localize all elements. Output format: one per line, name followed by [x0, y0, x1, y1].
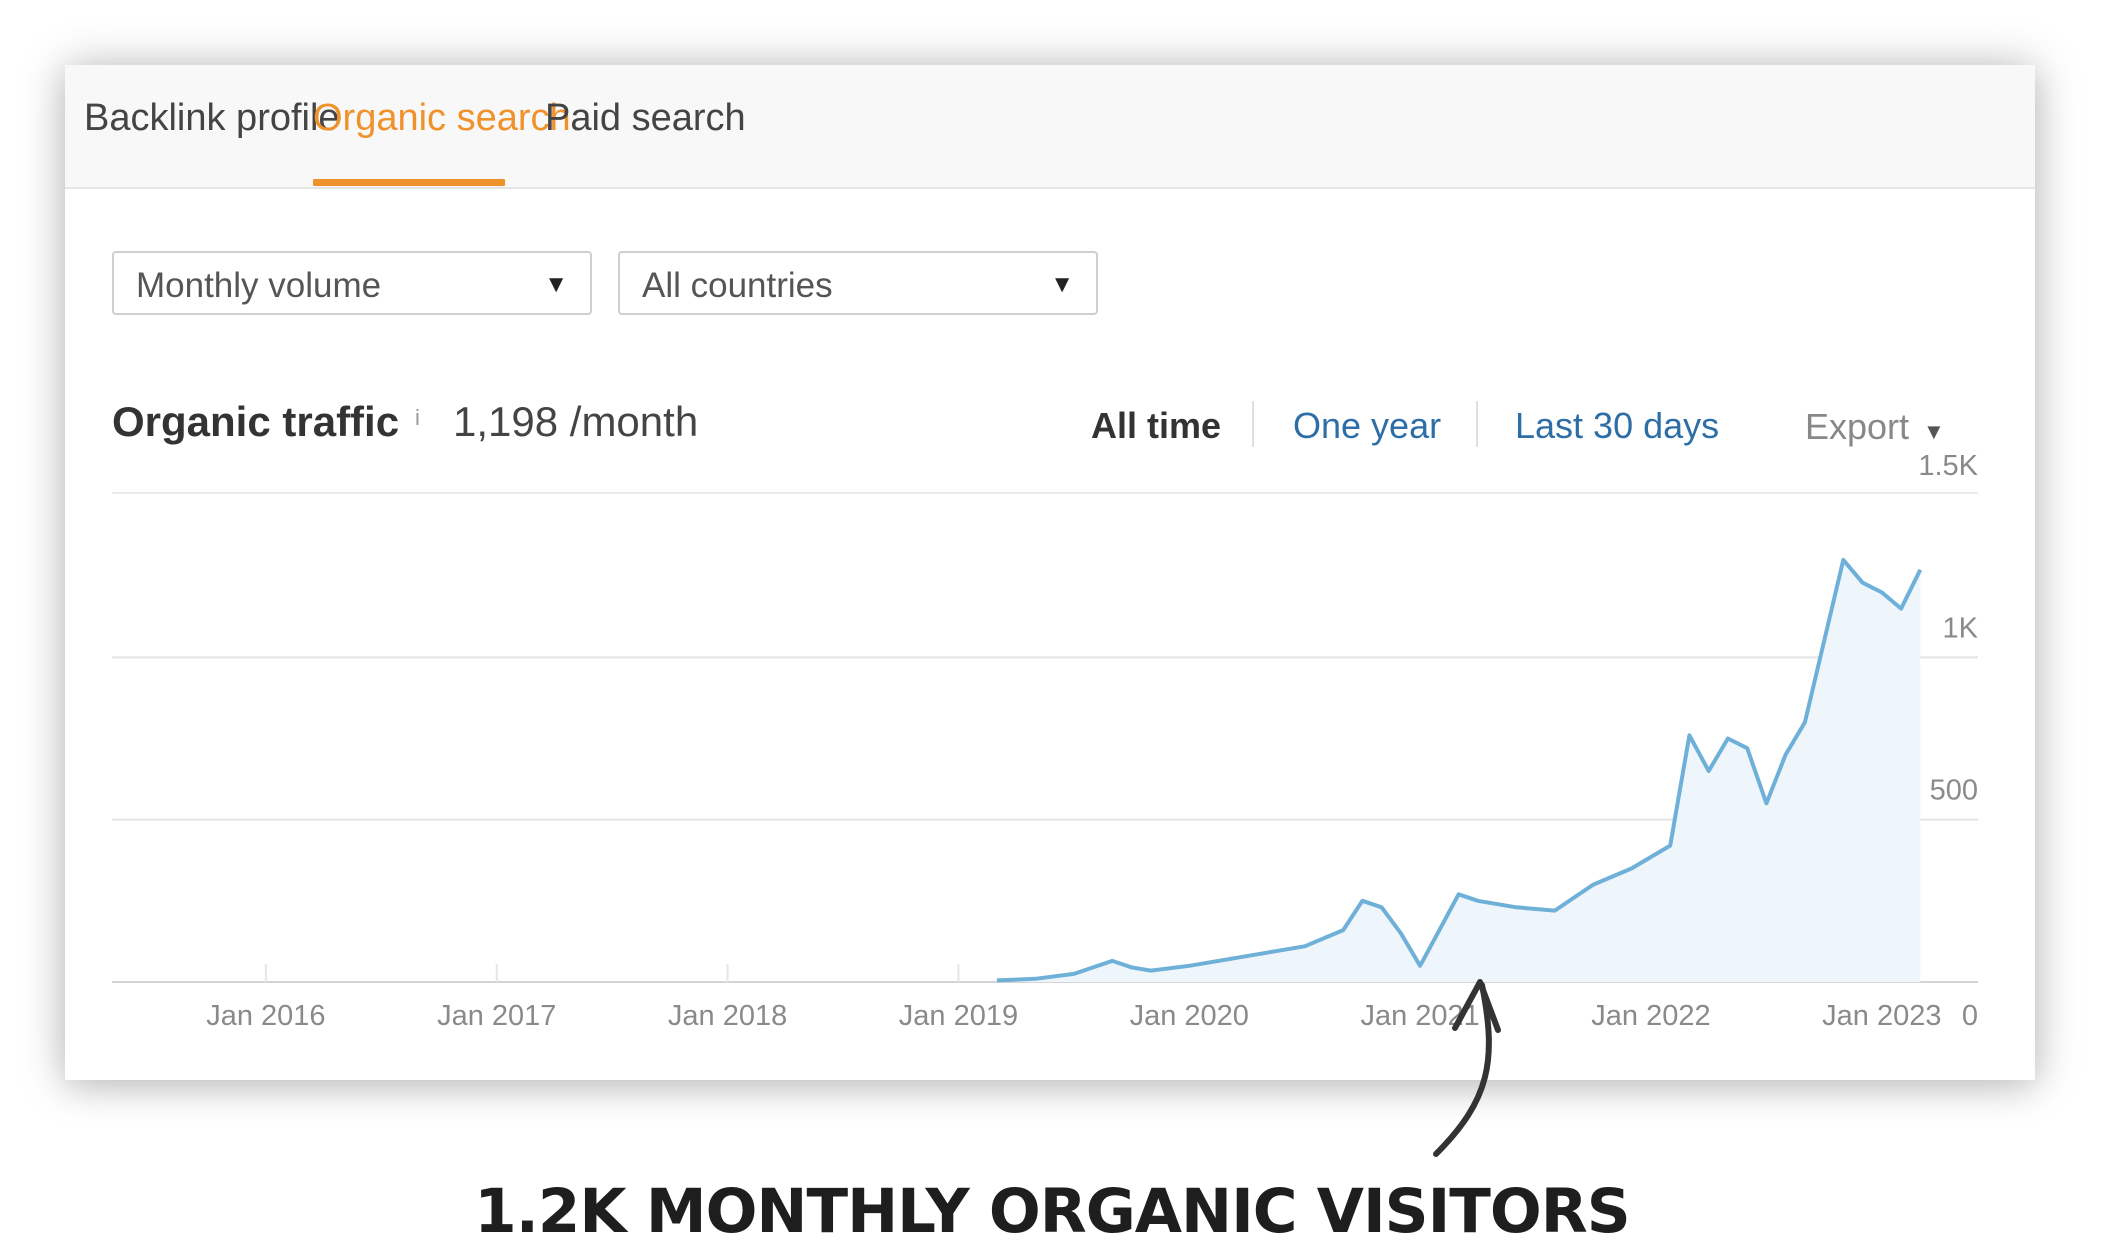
curved-arrow-icon: [1433, 979, 1501, 1157]
caption: 1.2K MONTHLY ORGANIC VISITORS: [474, 1176, 1630, 1247]
